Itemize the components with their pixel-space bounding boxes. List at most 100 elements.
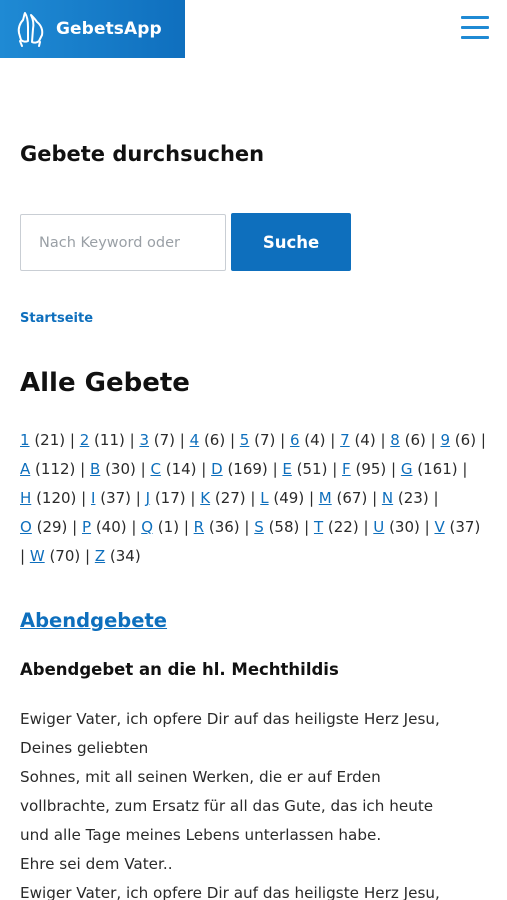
index-count: (49) <box>273 489 305 507</box>
index-letter-link[interactable]: 1 <box>20 431 30 449</box>
index-letter-link[interactable]: 6 <box>290 431 300 449</box>
search-input[interactable] <box>20 214 226 271</box>
index-entry: O (29) <box>20 518 67 536</box>
index-letter-link[interactable]: N <box>382 489 393 507</box>
index-count: (95) <box>355 460 387 478</box>
index-letter-link[interactable]: 3 <box>139 431 149 449</box>
index-letter-link[interactable]: 8 <box>390 431 400 449</box>
index-letter-link[interactable]: D <box>211 460 223 478</box>
index-entry: R (36) <box>194 518 240 536</box>
index-separator: | <box>425 431 441 449</box>
prayer-line: Sohnes, mit all seinen Werken, die er au… <box>20 768 381 786</box>
prayer-text: Ewiger Vater, ich opfere Dir auf das hei… <box>20 705 492 900</box>
page: GebetsApp Gebete durchsuchen Suche Start… <box>0 0 507 900</box>
index-letter-link[interactable]: V <box>434 518 444 536</box>
index-separator: | <box>304 489 319 507</box>
index-separator: | <box>20 547 30 565</box>
index-letter-link[interactable]: F <box>342 460 351 478</box>
index-separator: | <box>76 489 91 507</box>
index-entry: K (27) <box>200 489 245 507</box>
index-separator: | <box>179 518 194 536</box>
index-entry: 3 (7) <box>139 431 175 449</box>
index-separator: | <box>65 431 80 449</box>
index-letter-link[interactable]: 5 <box>240 431 250 449</box>
index-count: (51) <box>296 460 328 478</box>
index-letter-link[interactable]: J <box>146 489 150 507</box>
index-letter-link[interactable]: R <box>194 518 204 536</box>
index-separator: | <box>245 489 261 507</box>
index-letter-link[interactable]: 9 <box>440 431 450 449</box>
index-count: (22) <box>327 518 359 536</box>
index-letter-link[interactable]: E <box>282 460 291 478</box>
index-letter-link[interactable]: 2 <box>80 431 90 449</box>
index-letter-link[interactable]: T <box>314 518 323 536</box>
index-letter-link[interactable]: H <box>20 489 31 507</box>
index-letter-link[interactable]: I <box>91 489 95 507</box>
index-letter-link[interactable]: 4 <box>190 431 200 449</box>
index-count: (169) <box>227 460 268 478</box>
search-heading: Gebete durchsuchen <box>20 142 265 166</box>
index-separator: | <box>80 547 95 565</box>
index-count: (29) <box>36 518 68 536</box>
praying-hands-icon <box>17 12 44 47</box>
index-entry: M (67) <box>319 489 368 507</box>
logo-link[interactable]: GebetsApp <box>0 0 185 58</box>
index-count: (14) <box>165 460 197 478</box>
search-button[interactable]: Suche <box>231 213 351 271</box>
index-entry: T (22) <box>314 518 359 536</box>
index-letter-link[interactable]: A <box>20 460 30 478</box>
index-count: (6) <box>454 431 477 449</box>
index-separator: | <box>185 489 201 507</box>
all-prayers-heading: Alle Gebete <box>20 368 190 398</box>
index-letter-link[interactable]: U <box>373 518 384 536</box>
index-entry: 6 (4) <box>290 431 326 449</box>
index-letter-link[interactable]: K <box>200 489 210 507</box>
index-letter-link[interactable]: Z <box>95 547 105 565</box>
index-count: (7) <box>153 431 176 449</box>
index-count: (112) <box>35 460 76 478</box>
index-letter-link[interactable]: L <box>260 489 268 507</box>
index-count: (4) <box>304 431 326 449</box>
index-count: (6) <box>203 431 226 449</box>
index-count: (161) <box>417 460 458 478</box>
index-count: (23) <box>397 489 429 507</box>
index-count: (37) <box>449 518 481 536</box>
section-heading-link[interactable]: Abendgebete <box>20 609 167 632</box>
index-entry: 2 (11) <box>80 431 125 449</box>
index-entry: 9 (6) <box>440 431 476 449</box>
prayer-line: vollbrachte, zum Ersatz für all das Gute… <box>20 797 434 815</box>
index-entry: P (40) <box>82 518 127 536</box>
prayer-title: Abendgebet an die hl. Mechthildis <box>20 660 339 679</box>
logo-text: GebetsApp <box>56 19 162 39</box>
index-separator: | <box>325 431 341 449</box>
index-entry: 7 (4) <box>340 431 376 449</box>
hamburger-menu-icon[interactable] <box>461 16 489 40</box>
index-separator: | <box>239 518 255 536</box>
index-count: (34) <box>109 547 141 565</box>
breadcrumb-home-link[interactable]: Startseite <box>20 311 93 326</box>
index-letter-link[interactable]: W <box>30 547 45 565</box>
index-separator: | <box>75 460 90 478</box>
index-separator: | <box>124 431 140 449</box>
index-entry: Q (1) <box>141 518 179 536</box>
index-letter-link[interactable]: P <box>82 518 91 536</box>
index-entry: N (23) <box>382 489 429 507</box>
index-count: (40) <box>95 518 127 536</box>
index-letter-link[interactable]: S <box>254 518 264 536</box>
index-separator: | <box>299 518 314 536</box>
index-separator: | <box>367 489 382 507</box>
index-letter-link[interactable]: 7 <box>340 431 350 449</box>
index-separator: | <box>267 460 283 478</box>
index-letter-link[interactable]: O <box>20 518 32 536</box>
index-letter-link[interactable]: M <box>319 489 332 507</box>
index-letter-link[interactable]: C <box>150 460 160 478</box>
index-entry: U (30) <box>373 518 420 536</box>
index-letter-link[interactable]: Q <box>141 518 153 536</box>
prayer-line: und alle Tage meines Lebens unterlassen … <box>20 826 382 844</box>
index-entry: L (49) <box>260 489 304 507</box>
prayer-line: Ewiger Vater, ich opfere Dir auf das hei… <box>20 884 440 900</box>
index-letter-link[interactable]: G <box>401 460 413 478</box>
index-letter-link[interactable]: B <box>90 460 100 478</box>
index-separator: | <box>175 431 190 449</box>
index-separator: | <box>225 431 240 449</box>
